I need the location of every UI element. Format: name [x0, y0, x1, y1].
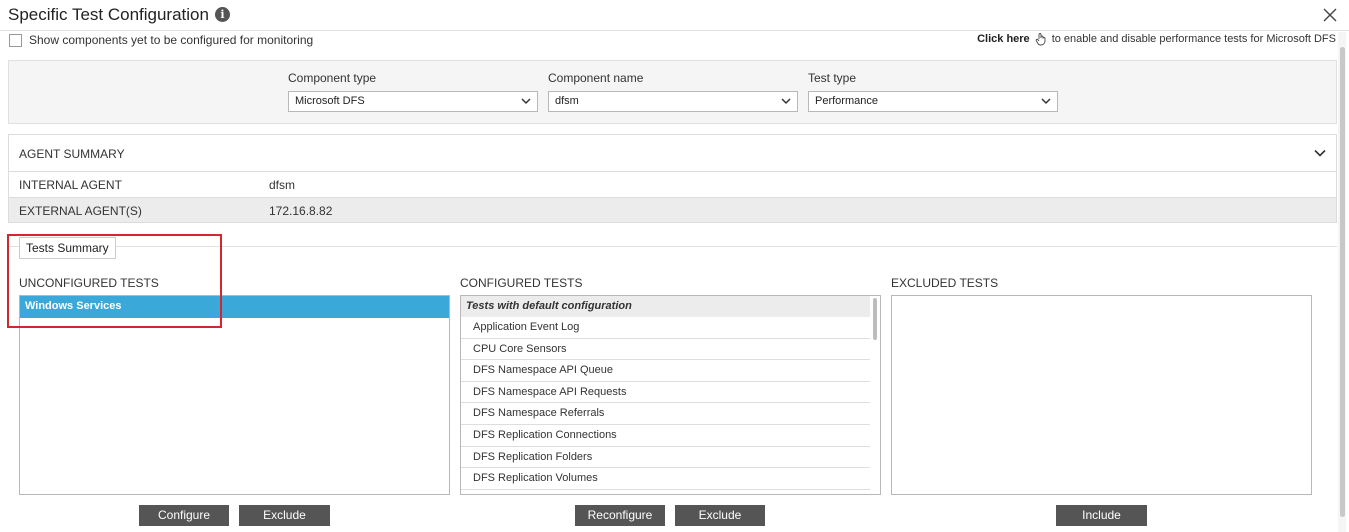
list-item[interactable]: Application Event Log: [461, 317, 870, 339]
unconfigured-tests-title: UNCONFIGURED TESTS: [19, 276, 159, 290]
dialog-titlebar: Specific Test Configuration i: [0, 0, 1349, 31]
excluded-tests-title: EXCLUDED TESTS: [891, 276, 999, 290]
agent-row-key: EXTERNAL AGENT(S): [19, 204, 142, 218]
show-unconfigured-row: Show components yet to be configured for…: [9, 32, 313, 48]
tab-tests-summary[interactable]: Tests Summary: [19, 237, 116, 259]
agent-summary-header[interactable]: AGENT SUMMARY: [9, 135, 1336, 172]
hand-pointer-icon[interactable]: [1034, 32, 1048, 46]
component-type-group: Component type Microsoft DFS: [288, 71, 538, 112]
test-type-value: Performance: [815, 95, 878, 107]
dialog-scrollbar-thumb[interactable]: [1340, 47, 1345, 517]
chevron-down-icon[interactable]: [1314, 149, 1326, 157]
test-type-select[interactable]: Performance: [808, 91, 1058, 112]
agent-row-internal: INTERNAL AGENT dfsm: [9, 172, 1336, 197]
filter-panel: Component type Microsoft DFS Component n…: [8, 60, 1337, 124]
chevron-down-icon: [1041, 98, 1051, 105]
component-type-value: Microsoft DFS: [295, 95, 365, 107]
test-type-label: Test type: [808, 71, 857, 85]
agent-row-external: EXTERNAL AGENT(S) 172.16.8.82: [9, 197, 1336, 222]
reconfigure-button[interactable]: Reconfigure: [575, 505, 665, 526]
list-item[interactable]: DFS Namespace Referrals: [461, 403, 870, 425]
list-item[interactable]: DFS Namespace API Requests: [461, 382, 870, 404]
list-item[interactable]: DFS Replication Connections: [461, 425, 870, 447]
list-item[interactable]: DFS Replication Folders: [461, 447, 870, 469]
excluded-tests-list[interactable]: [891, 295, 1312, 495]
close-icon[interactable]: [1322, 7, 1338, 23]
agent-row-key: INTERNAL AGENT: [19, 178, 122, 192]
dialog-title: Specific Test Configuration: [8, 5, 209, 24]
list-item[interactable]: CPU Core Sensors: [461, 339, 870, 361]
click-here-row: Click here to enable and disable perform…: [977, 32, 1336, 46]
tests-summary-divider: [8, 246, 1337, 247]
configured-tests-title: CONFIGURED TESTS: [460, 276, 583, 290]
show-unconfigured-label: Show components yet to be configured for…: [29, 33, 314, 47]
component-name-select[interactable]: dfsm: [548, 91, 798, 112]
component-name-label: Component name: [548, 71, 644, 85]
exclude-unconfigured-button[interactable]: Exclude: [239, 505, 330, 526]
agent-summary-title: AGENT SUMMARY: [19, 147, 125, 161]
list-item[interactable]: Windows Services: [20, 296, 449, 318]
include-button[interactable]: Include: [1056, 505, 1147, 526]
component-name-value: dfsm: [555, 95, 579, 107]
agent-summary-panel: AGENT SUMMARY INTERNAL AGENT dfsm EXTERN…: [8, 134, 1337, 223]
show-unconfigured-checkbox[interactable]: [9, 33, 22, 47]
click-here-suffix: to enable and disable performance tests …: [1051, 33, 1336, 45]
info-icon[interactable]: i: [215, 7, 230, 22]
exclude-configured-button[interactable]: Exclude: [675, 505, 765, 526]
component-type-select[interactable]: Microsoft DFS: [288, 91, 538, 112]
configured-list-scrollbar[interactable]: [873, 298, 877, 340]
test-type-group: Test type Performance: [808, 71, 1058, 112]
agent-row-value: 172.16.8.82: [269, 204, 333, 218]
agent-row-value: dfsm: [269, 178, 296, 192]
click-here-link[interactable]: Click here: [977, 33, 1030, 45]
list-item[interactable]: DFS Replication Volumes: [461, 468, 870, 490]
list-item[interactable]: DFS Namespace API Queue: [461, 360, 870, 382]
configured-tests-list[interactable]: Tests with default configuration Applica…: [460, 295, 881, 495]
configure-button[interactable]: Configure: [139, 505, 229, 526]
component-name-group: Component name dfsm: [548, 71, 798, 112]
chevron-down-icon: [781, 98, 791, 105]
unconfigured-tests-list[interactable]: Windows Services: [19, 295, 450, 495]
chevron-down-icon: [521, 98, 531, 105]
configured-group-header: Tests with default configuration: [461, 296, 870, 317]
component-type-label: Component type: [288, 71, 377, 85]
